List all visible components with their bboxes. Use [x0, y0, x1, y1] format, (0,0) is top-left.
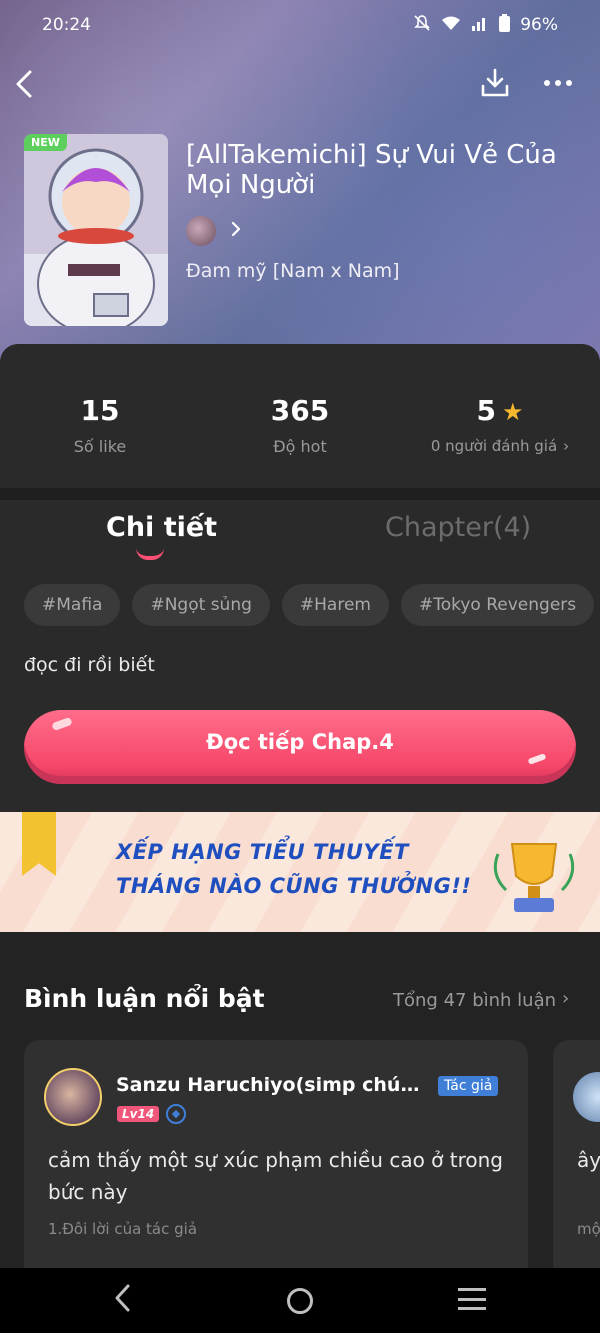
more-options-button[interactable]	[538, 66, 578, 102]
tab-active-indicator	[136, 548, 164, 560]
system-nav-bar	[0, 1268, 600, 1333]
stat-hot: 365 Độ hot	[200, 394, 400, 456]
commenter-name[interactable]: Sanzu Haruchiyo(simp chúa t...	[116, 1074, 426, 1096]
comment-card[interactable]: Sanzu Haruchiyo(simp chúa t... Tác giả L…	[24, 1040, 528, 1280]
comment-chapter-ref: 1.Đôi lời của tác giả	[48, 1220, 198, 1238]
tab-chapters[interactable]: Chapter(4)	[385, 512, 531, 543]
comic-description: đọc đi rồi biết	[24, 654, 155, 676]
nav-recents-button[interactable]	[458, 1288, 486, 1310]
commenter-avatar[interactable]	[44, 1068, 102, 1126]
more-dots-icon	[544, 80, 572, 86]
comments-title: Bình luận nổi bật	[24, 984, 265, 1013]
verified-icon: ◆	[166, 1104, 186, 1124]
banner-line-1: XẾP HẠNG TIỂU THUYẾT	[116, 840, 409, 864]
mute-icon	[413, 14, 431, 37]
rating-count-row[interactable]: 0 người đánh giá ›	[400, 437, 600, 455]
tag-list: #Mafia #Ngọt sủng #Harem #Tokyo Revenger…	[24, 584, 595, 626]
new-badge: NEW	[24, 134, 67, 151]
continue-reading-button[interactable]: Đọc tiếp Chap.4	[24, 710, 576, 784]
featured-comments-section: Bình luận nổi bật Tổng 47 bình luận › Sa…	[0, 932, 600, 1280]
battery-icon	[499, 13, 511, 37]
ribbon-icon	[22, 812, 56, 876]
back-button[interactable]	[10, 66, 46, 102]
stat-rating[interactable]: 5 ★ 0 người đánh giá ›	[400, 394, 600, 455]
comment-chapter-ref: mộ	[577, 1220, 600, 1238]
button-highlight	[527, 753, 547, 765]
level-badge: Lv14	[117, 1106, 160, 1122]
tag-chip[interactable]: #Ngọt sủng	[132, 584, 270, 626]
tag-chip[interactable]: #Tokyo Revengers	[400, 584, 595, 626]
battery-level: 96%	[520, 15, 558, 35]
tab-detail[interactable]: Chi tiết	[106, 512, 217, 543]
author-row[interactable]	[186, 216, 242, 246]
author-role-badge: Tác giả	[438, 1076, 499, 1096]
download-icon	[481, 68, 509, 97]
likes-label: Số like	[73, 437, 127, 456]
signal-icon	[471, 15, 489, 36]
star-icon: ★	[501, 398, 524, 426]
comment-text: ây... kh	[577, 1148, 600, 1172]
nav-home-button[interactable]	[287, 1288, 313, 1314]
chevron-right-icon[interactable]: ›	[562, 988, 569, 1009]
cover-artwork	[24, 134, 168, 326]
detail-section: Chi tiết Chapter(4) #Mafia #Ngọt sủng #H…	[0, 500, 600, 812]
comments-total-link[interactable]: Tổng 47 bình luận	[393, 990, 556, 1011]
rating-value: 5	[476, 394, 496, 427]
commenter-avatar[interactable]	[573, 1072, 600, 1122]
chevron-right-icon	[230, 219, 242, 244]
wifi-icon	[441, 15, 461, 36]
comic-genre: Đam mỹ [Nam x Nam]	[186, 260, 400, 282]
tag-chip[interactable]: #Mafia	[24, 584, 121, 626]
comic-detail-page: 20:24 96% NEW [AllTakemichi] Sự Vui Vẻ C…	[0, 0, 600, 1333]
stats-panel: 15 Số like 365 Độ hot 5 ★ 0 người đánh gi…	[0, 344, 600, 491]
rating-row: 5 ★	[400, 394, 600, 427]
chevron-left-icon	[16, 70, 32, 98]
status-time: 20:24	[42, 15, 91, 35]
likes-value: 15	[80, 394, 120, 427]
trophy-icon	[493, 843, 575, 912]
top-bar	[0, 60, 600, 108]
chevron-right-icon: ›	[563, 437, 570, 455]
tag-chip[interactable]: #Harem	[281, 584, 389, 626]
download-button[interactable]	[478, 66, 514, 102]
comic-cover[interactable]: NEW	[24, 134, 168, 326]
stat-likes: 15 Số like	[0, 394, 200, 456]
banner-line-2: THÁNG NÀO CŨNG THƯỞNG!!	[116, 874, 472, 898]
hot-value: 365	[270, 394, 330, 427]
comment-text: cảm thấy một sự xúc phạm chiều cao ở tro…	[48, 1148, 503, 1204]
author-avatar[interactable]	[186, 216, 216, 246]
section-divider	[0, 488, 600, 500]
rating-count-label: 0 người đánh giá	[430, 437, 558, 455]
chevron-left-icon	[115, 1284, 130, 1312]
comic-title: [AllTakemichi] Sự Vui Vẻ Của Mọi Người	[186, 140, 557, 200]
nav-back-button[interactable]	[112, 1282, 134, 1322]
hot-label: Độ hot	[273, 437, 327, 456]
ranking-banner[interactable]: XẾP HẠNG TIỂU THUYẾT THÁNG NÀO CŨNG THƯỞ…	[0, 812, 600, 932]
status-bar: 20:24 96%	[0, 0, 600, 50]
comment-card[interactable]: ây... kh mộ	[553, 1040, 600, 1280]
continue-reading-label: Đọc tiếp Chap.4	[206, 730, 394, 754]
status-icons: 96%	[413, 13, 558, 37]
